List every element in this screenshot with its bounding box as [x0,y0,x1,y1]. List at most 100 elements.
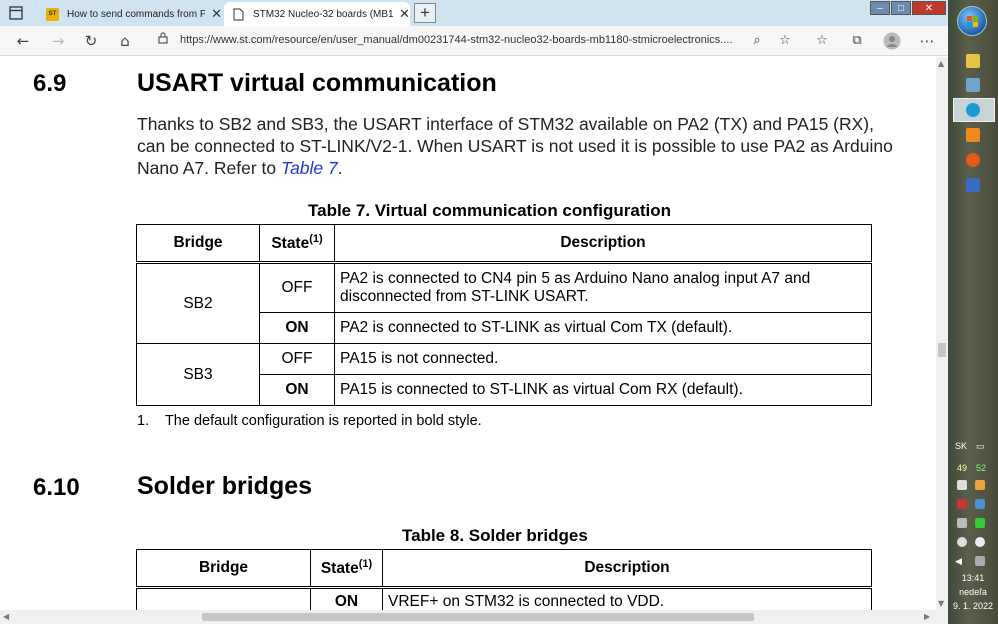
collections-icon[interactable]: ⧉ [846,31,868,51]
maximize-button[interactable]: □ [891,1,911,15]
favorites-icon[interactable]: ☆ [811,31,833,51]
state-cell: ON [310,587,383,610]
scroll-left-arrow[interactable]: ◀ [3,612,9,621]
state-cell: ON [259,374,335,406]
scroll-down-arrow[interactable]: ▼ [938,599,944,608]
st-logo-icon: ST [46,7,59,21]
description-cell: PA15 is connected to ST-LINK as virtual … [334,374,872,406]
state-cell: OFF [259,262,335,313]
document-viewer: 6.9 USART virtual communication Thanks t… [0,57,948,610]
table-7-link[interactable]: Table 7 [281,158,338,178]
flag-icon[interactable] [957,480,967,490]
profile-avatar-icon[interactable] [881,31,903,51]
table-caption: Table 7. Virtual communication configura… [308,201,672,220]
section-title: Solder bridges [137,472,313,500]
navigation-bar: ← → ↻ ⌂ https://www.st.com/resource/en/u… [0,26,948,56]
document-icon [232,8,245,21]
description-cell: VREF+ on STM32 is connected to VDD. [382,587,872,610]
show-hidden-icon[interactable]: ◀ [955,556,962,567]
footnote-ref: (1) [309,232,323,245]
check-icon[interactable] [975,518,985,528]
scroll-up-arrow[interactable]: ▲ [938,59,944,68]
table-caption: Table 8. Solder bridges [402,526,588,545]
language-indicator[interactable]: SK [955,441,967,451]
table-row: ON VREF+ on STM32 is connected to VDD. [136,587,872,610]
close-icon[interactable]: ✕ [211,6,222,22]
temperature-1: 49 [957,463,968,473]
close-window-button[interactable]: ✕ [912,1,946,15]
add-favorite-icon[interactable]: ☆ [774,31,796,51]
column-header-bridge: Bridge [136,224,260,263]
clock-date[interactable]: 9. 1. 2022 [948,601,998,611]
firefox-icon[interactable] [966,153,980,167]
table-row: SB3 OFF PA15 is not connected. [136,343,872,406]
tab-how-to-send[interactable]: ST How to send commands from PC ✕ [38,2,222,26]
close-icon[interactable]: ✕ [399,6,410,22]
speaker-icon[interactable]: ▭ [976,441,985,452]
column-header-state: State(1) [259,224,335,263]
state-label: State [271,235,310,253]
paragraph-text: Thanks to SB2 and SB3, the USART interfa… [137,114,893,178]
tab-title: STM32 Nucleo-32 boards (MB11 [253,8,393,20]
bridge-cell: SB2 [136,262,260,344]
footnote-ref: (1) [358,557,373,570]
section-number: 6.10 [33,474,80,501]
zoom-icon[interactable]: ⌕ [746,31,768,51]
section-paragraph: Thanks to SB2 and SB3, the USART interfa… [137,113,897,179]
vertical-scrollbar[interactable] [936,57,948,610]
section-number: 6.9 [33,70,67,97]
tray-app-icon[interactable] [975,480,985,490]
tray-indicator-icon[interactable] [975,556,985,566]
tray-circle-icon[interactable] [957,537,967,547]
home-icon[interactable]: ⌂ [114,31,136,51]
tab-title: How to send commands from PC [67,8,206,20]
media-player-icon[interactable] [966,128,980,142]
clock-time[interactable]: 13:41 [948,573,998,583]
save-icon[interactable] [966,178,980,192]
state-cell: OFF [259,343,335,375]
security-icon[interactable] [957,499,967,509]
section-title: USART virtual communication [137,69,497,97]
paragraph-end: . [337,158,343,178]
taskbar [948,0,998,624]
bridge-cell: SB3 [136,343,260,406]
state-cell: ON [259,312,335,344]
virtual-communication-table: Bridge State(1) Description SB2 OFF PA2 … [136,224,872,406]
tab-bar: ST How to send commands from PC ✕ STM32 … [0,0,948,26]
description-cell: PA2 is connected to ST-LINK as virtual C… [334,312,872,344]
column-header-description: Description [334,224,872,263]
clock-day[interactable]: nedeľa [948,587,998,597]
new-tab-button[interactable]: + [414,3,436,23]
lock-icon[interactable] [158,32,168,47]
explorer-icon[interactable] [966,54,980,68]
solder-bridges-table: Bridge State(1) Description ON VREF+ on … [136,549,872,610]
more-options-icon[interactable]: ⋯ [916,31,938,51]
back-icon[interactable]: ← [12,31,34,51]
computer-icon[interactable] [966,78,980,92]
tab-stm32-nucleo[interactable]: STM32 Nucleo-32 boards (MB11 ✕ [224,2,410,26]
table-footnote: 1. The default configuration is reported… [137,413,482,429]
table-row: SB2 OFF PA2 is connected to CN4 pin 5 as… [136,262,872,344]
column-header-description: Description [382,549,872,588]
power-icon[interactable] [975,537,985,547]
state-label: State [320,560,359,578]
start-button[interactable] [957,6,987,36]
bridge-cell [136,587,311,610]
column-header-state: State(1) [310,549,383,588]
horizontal-scroll-thumb[interactable] [202,613,754,621]
description-cell: PA2 is connected to CN4 pin 5 as Arduino… [334,262,872,313]
scroll-right-arrow[interactable]: ▶ [924,612,930,621]
edge-icon [966,103,980,117]
description-cell: PA15 is not connected. [334,343,872,375]
signal-icon[interactable] [957,518,967,528]
temperature-2: 52 [976,463,987,473]
minimize-button[interactable]: – [870,1,890,15]
forward-icon[interactable]: → [47,31,69,51]
address-bar[interactable]: https://www.st.com/resource/en/user_manu… [180,34,733,46]
refresh-icon[interactable]: ↻ [80,31,102,51]
column-header-bridge: Bridge [136,549,311,588]
windows-logo-icon [967,16,978,27]
network-tray-icon[interactable] [975,499,985,509]
vertical-scroll-thumb[interactable] [938,343,946,357]
tab-actions-icon[interactable] [8,5,24,21]
